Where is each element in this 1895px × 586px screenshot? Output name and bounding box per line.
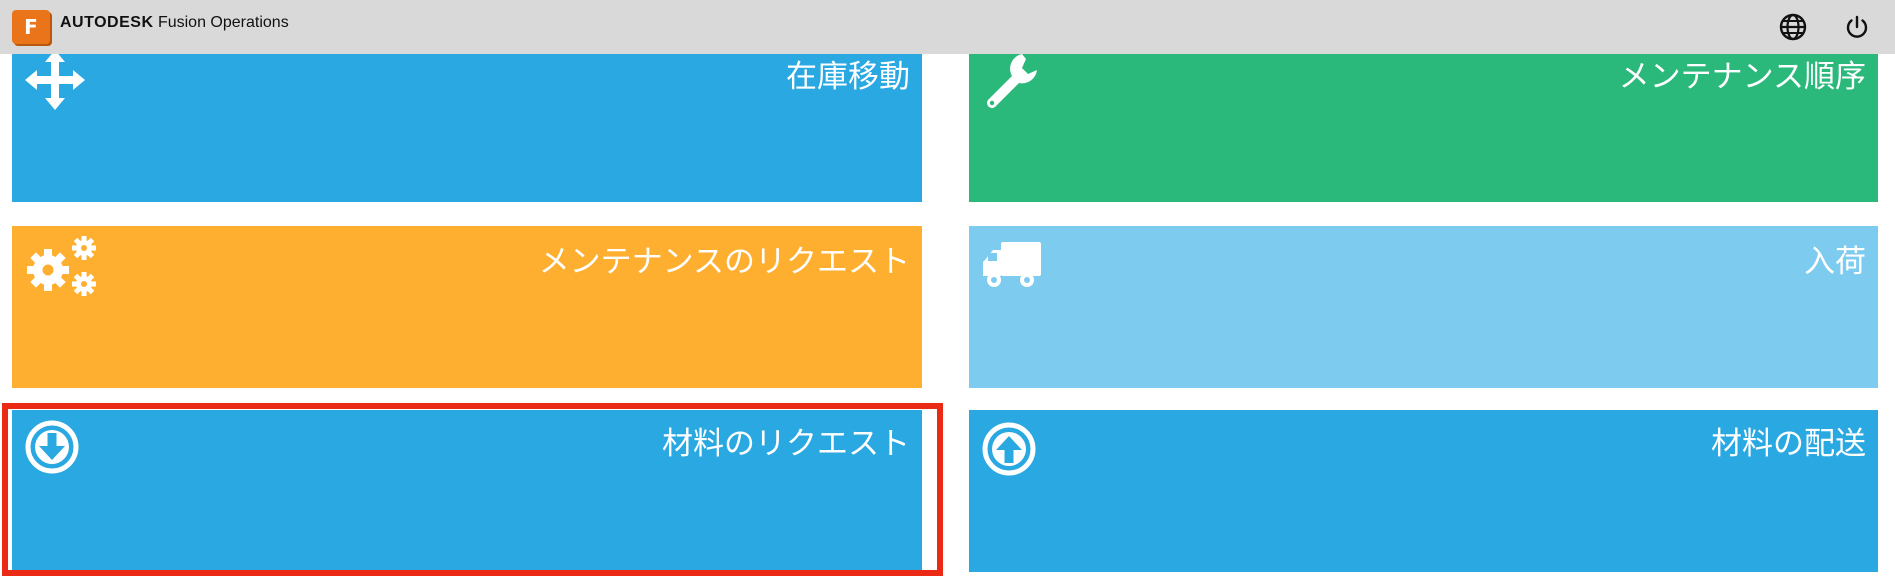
truck-icon xyxy=(983,242,1041,287)
fusion-logo[interactable]: F xyxy=(12,10,50,44)
tile-label: メンテナンス順序 xyxy=(1618,59,1866,95)
power-icon[interactable] xyxy=(1842,12,1872,42)
gears-icon xyxy=(27,236,96,296)
tile-inventory-move[interactable]: 在庫移動 xyxy=(12,40,922,202)
tile-material-delivery[interactable]: 材料の配送 xyxy=(969,410,1878,572)
logo-letter: F xyxy=(24,15,38,39)
brand-name: AUTODESK Fusion Operations xyxy=(60,14,289,32)
selection-highlight xyxy=(2,403,943,576)
wrench-icon xyxy=(987,54,1037,109)
tile-receiving[interactable]: 入荷 xyxy=(969,226,1878,388)
brand-bold: AUTODESK xyxy=(60,14,154,31)
tile-maintenance-order[interactable]: メンテナンス順序 xyxy=(969,40,1878,202)
move-arrows-icon xyxy=(25,50,85,110)
tile-label: メンテナンスのリクエスト xyxy=(538,244,910,280)
arrow-up-circle-icon xyxy=(982,422,1036,476)
top-bar: F AUTODESK Fusion Operations xyxy=(0,0,1895,54)
globe-icon[interactable] xyxy=(1778,12,1808,42)
tile-maintenance-request[interactable]: メンテナンスのリクエスト xyxy=(12,226,922,388)
tile-label: 入荷 xyxy=(1804,244,1866,280)
tile-label: 在庫移動 xyxy=(786,59,910,95)
brand-product: Fusion Operations xyxy=(157,14,289,31)
tile-label: 材料の配送 xyxy=(1711,426,1866,462)
